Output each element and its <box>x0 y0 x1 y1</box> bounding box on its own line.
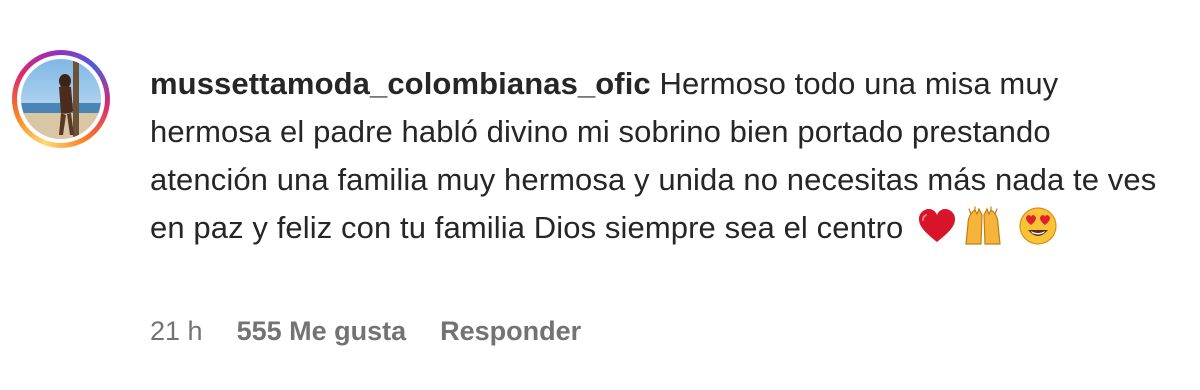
reply-button[interactable]: Responder <box>440 316 581 347</box>
comment-meta: 21 h 555 Me gusta Responder <box>150 316 581 347</box>
avatar-story-ring[interactable] <box>12 50 110 148</box>
red-heart-icon <box>919 209 956 242</box>
raising-hands-icon <box>965 206 1001 245</box>
likes-count[interactable]: 555 Me gusta <box>237 316 407 347</box>
comment-timestamp: 21 h <box>150 316 203 346</box>
comment-username[interactable]: mussettamoda_colombianas_ofic <box>150 66 651 101</box>
heart-eyes-icon <box>1019 207 1057 245</box>
comment-text-block: mussettamoda_colombianas_ofic Hermoso to… <box>150 60 1170 252</box>
avatar-ring-gap <box>17 55 105 143</box>
comment: mussettamoda_colombianas_ofic Hermoso to… <box>0 0 1200 390</box>
comment-body: mussettamoda_colombianas_ofic Hermoso to… <box>150 60 1170 252</box>
avatar[interactable] <box>21 59 101 139</box>
